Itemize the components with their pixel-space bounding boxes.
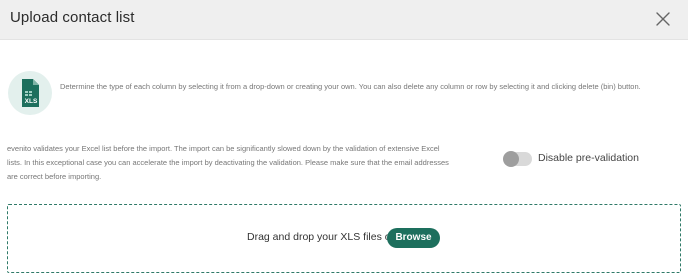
column-info: XLS Determine the type of each column by… — [8, 71, 688, 115]
browse-button[interactable]: Browse — [387, 228, 440, 248]
dropzone-text: Drag and drop your XLS files or — [247, 231, 395, 243]
xls-file-icon: XLS — [8, 71, 52, 115]
pre-validation-label: Disable pre-validation — [538, 152, 639, 164]
dialog-header: Upload contact list — [0, 0, 688, 40]
close-icon[interactable] — [654, 10, 672, 28]
toggle-knob — [503, 151, 519, 167]
column-info-text: Determine the type of each column by sel… — [60, 82, 641, 91]
xls-icon-label: XLS — [24, 98, 38, 105]
validation-info-text: evenito validates your Excel list before… — [7, 144, 449, 181]
file-dropzone[interactable]: Drag and drop your XLS files or Browse — [7, 204, 681, 273]
dialog-title: Upload contact list — [10, 9, 135, 26]
pre-validation-toggle[interactable] — [503, 151, 532, 167]
